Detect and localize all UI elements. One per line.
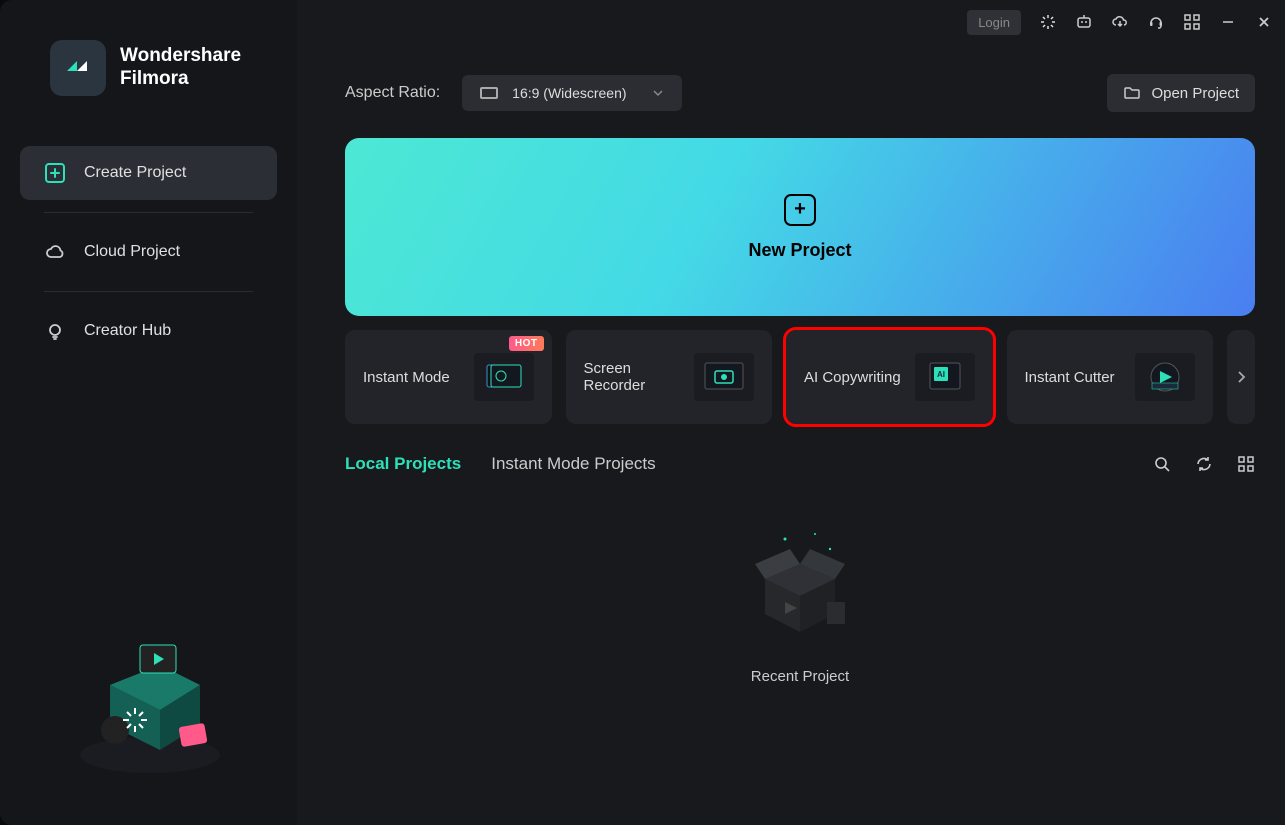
cloud-download-icon[interactable] (1111, 13, 1129, 31)
instant-cutter-icon (1135, 353, 1195, 401)
app-window: Wondershare Filmora Create Project Cloud… (0, 0, 1285, 825)
login-button[interactable]: Login (967, 10, 1021, 35)
aspect-ratio-row: Aspect Ratio: 16:9 (Widescreen) Open Pro… (345, 74, 1255, 112)
card-label: Screen Recorder (584, 360, 685, 394)
sidebar: Wondershare Filmora Create Project Cloud… (0, 0, 297, 825)
card-instant-mode[interactable]: Instant Mode HOT (345, 330, 552, 424)
empty-box-icon (735, 524, 865, 644)
apps-icon[interactable] (1183, 13, 1201, 31)
sidebar-nav: Create Project Cloud Project Creator Hub (20, 146, 277, 358)
robot-icon[interactable] (1075, 13, 1093, 31)
card-instant-cutter[interactable]: Instant Cutter (1007, 330, 1214, 424)
more-cards-button[interactable] (1227, 330, 1255, 424)
brand-line1: Wondershare (120, 45, 241, 68)
content: Aspect Ratio: 16:9 (Widescreen) Open Pro… (297, 44, 1285, 825)
chevron-right-icon (1236, 370, 1246, 384)
aspect-ratio-label: Aspect Ratio: (345, 84, 440, 102)
sidebar-item-create-project[interactable]: Create Project (20, 146, 277, 200)
refresh-icon[interactable] (1195, 455, 1213, 473)
loading-icon (1039, 13, 1057, 31)
empty-state: Recent Project (345, 524, 1255, 685)
app-logo: Wondershare Filmora (20, 40, 277, 96)
aspect-ratio-select[interactable]: 16:9 (Widescreen) (462, 75, 682, 111)
sidebar-item-label: Creator Hub (84, 322, 171, 340)
ai-copywriting-icon: AI (915, 353, 975, 401)
instant-mode-icon (474, 353, 534, 401)
cloud-icon (44, 241, 66, 263)
card-screen-recorder[interactable]: Screen Recorder (566, 330, 773, 424)
sidebar-item-label: Cloud Project (84, 243, 180, 261)
screen-recorder-icon (694, 353, 754, 401)
open-project-label: Open Project (1151, 85, 1239, 102)
new-project-label: New Project (748, 240, 851, 261)
card-label: AI Copywriting (804, 369, 905, 386)
new-project-button[interactable]: + New Project (345, 138, 1255, 316)
card-label: Instant Mode (363, 369, 464, 386)
tab-instant-mode-projects[interactable]: Instant Mode Projects (491, 454, 655, 474)
chevron-down-icon (652, 87, 664, 99)
plus-icon: + (784, 194, 816, 226)
grid-view-icon[interactable] (1237, 455, 1255, 473)
sidebar-item-label: Create Project (84, 164, 186, 182)
search-icon[interactable] (1153, 455, 1171, 473)
close-icon[interactable] (1255, 13, 1273, 31)
svg-text:AI: AI (937, 370, 945, 379)
sidebar-item-creator-hub[interactable]: Creator Hub (20, 304, 277, 358)
logo-icon (50, 40, 106, 96)
hot-badge: HOT (509, 336, 544, 351)
divider (44, 212, 253, 213)
sidebar-item-cloud-project[interactable]: Cloud Project (20, 225, 277, 279)
aspect-ratio-value: 16:9 (Widescreen) (512, 85, 638, 101)
card-label: Instant Cutter (1025, 369, 1126, 386)
headset-icon[interactable] (1147, 13, 1165, 31)
title-bar: Login (297, 0, 1285, 44)
divider (44, 291, 253, 292)
folder-icon (1123, 84, 1141, 102)
brand-line2: Filmora (120, 68, 241, 91)
project-tabs: Local Projects Instant Mode Projects (345, 454, 1255, 474)
sidebar-illustration (60, 605, 240, 785)
bulb-icon (44, 320, 66, 342)
card-ai-copywriting[interactable]: AI Copywriting AI (786, 330, 993, 424)
monitor-icon (480, 87, 498, 99)
feature-cards: Instant Mode HOT Screen Recorder AI Copy… (345, 330, 1255, 424)
open-project-button[interactable]: Open Project (1107, 74, 1255, 112)
plus-square-icon (44, 162, 66, 184)
logo-text: Wondershare Filmora (120, 45, 241, 91)
tab-local-projects[interactable]: Local Projects (345, 454, 461, 474)
empty-caption: Recent Project (751, 668, 849, 685)
minimize-icon[interactable] (1219, 13, 1237, 31)
main-area: Login Aspect (297, 0, 1285, 825)
